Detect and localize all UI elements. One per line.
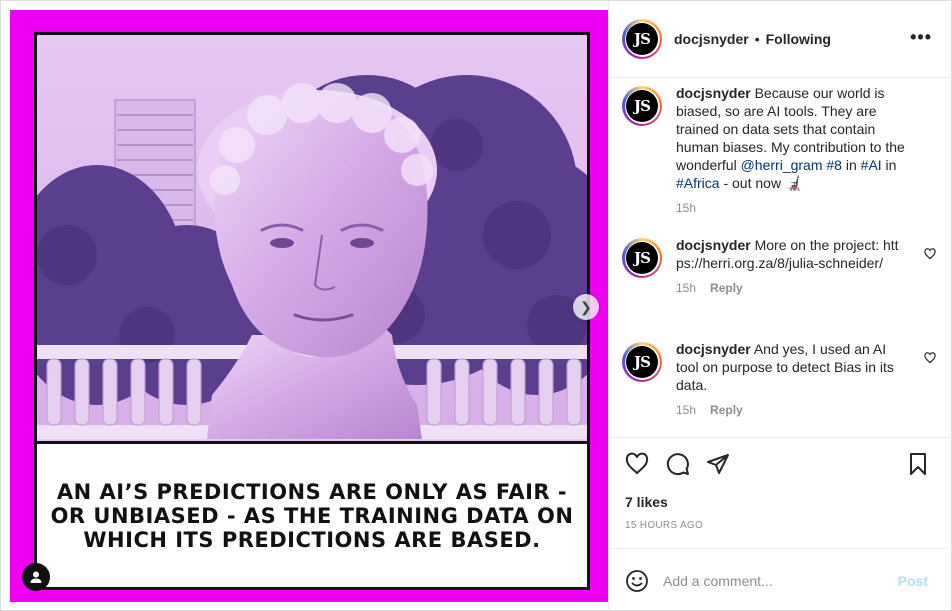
- header-separator: •: [754, 31, 760, 47]
- tagged-users-button[interactable]: [22, 563, 50, 591]
- comment-text: docjsnyder More on the project: https://…: [676, 236, 906, 272]
- comment-bubble-icon[interactable]: [666, 452, 690, 476]
- hashtag-link[interactable]: #8: [826, 157, 842, 173]
- avatar-initials: JS: [626, 242, 658, 274]
- carousel-dot: [302, 579, 308, 585]
- emoji-icon[interactable]: [625, 569, 649, 593]
- comic-caption-box: An AI’s predictions are only as fair - o…: [37, 441, 587, 587]
- comment-time[interactable]: 15h: [676, 279, 696, 297]
- add-comment-bar: Post: [609, 548, 952, 611]
- likes-count[interactable]: 7 likes: [625, 494, 668, 510]
- instagram-post-modal: An AI’s predictions are only as fair - o…: [0, 0, 952, 611]
- comments-list[interactable]: JS docjsnyder Because our world is biase…: [609, 78, 952, 438]
- following-button[interactable]: Following: [766, 31, 831, 47]
- comment-username[interactable]: docjsnyder: [676, 85, 751, 101]
- carousel-dot: [282, 579, 288, 585]
- carousel-dot: [292, 579, 298, 585]
- carousel-next-button[interactable]: ❯: [573, 294, 599, 320]
- comment-text: docjsnyder Because our world is biased, …: [676, 84, 906, 192]
- post-comment-button[interactable]: Post: [898, 573, 928, 589]
- carousel-dot: [322, 579, 328, 585]
- comment-item: JS docjsnyder More on the project: https…: [622, 236, 942, 297]
- comment-time[interactable]: 15h: [676, 401, 696, 419]
- comment-text: docjsnyder And yes, I used an AI tool on…: [676, 340, 906, 394]
- comic-caption-text: An AI’s predictions are only as fair - o…: [50, 479, 574, 552]
- post-actions-bar: [609, 438, 952, 488]
- avatar[interactable]: JS: [622, 342, 662, 382]
- mention-link[interactable]: @herri_gram: [741, 157, 823, 173]
- post-timestamp[interactable]: 15 HOURS AGO: [625, 520, 703, 531]
- avatar[interactable]: JS: [622, 86, 662, 126]
- comment-text-part: in: [881, 157, 897, 173]
- post-header: JS docjsnyder • Following •••: [609, 1, 952, 78]
- avatar-initials: JS: [626, 23, 658, 55]
- avatar-initials: JS: [626, 90, 658, 122]
- avatar-initials: JS: [626, 346, 658, 378]
- bookmark-icon[interactable]: [906, 452, 930, 476]
- hashtag-link[interactable]: #AI: [861, 157, 882, 173]
- avatar[interactable]: JS: [622, 19, 662, 59]
- carousel-dot: [312, 579, 318, 585]
- comic-panel: An AI’s predictions are only as fair - o…: [34, 32, 590, 590]
- like-heart-icon[interactable]: [625, 452, 649, 476]
- header-username[interactable]: docjsnyder: [674, 31, 749, 47]
- like-comment-heart-icon[interactable]: [924, 248, 936, 260]
- avatar[interactable]: JS: [622, 238, 662, 278]
- share-paper-plane-icon[interactable]: [706, 452, 730, 476]
- post-side-panel: JS docjsnyder • Following ••• JS docjsny…: [608, 1, 952, 611]
- add-comment-input[interactable]: [663, 572, 883, 589]
- more-options-button[interactable]: •••: [910, 27, 932, 48]
- like-comment-heart-icon[interactable]: [924, 352, 936, 364]
- chevron-right-icon: ❯: [580, 298, 592, 315]
- caption-comment: JS docjsnyder Because our world is biase…: [622, 84, 942, 217]
- comment-text-part: - out now 🦼: [719, 175, 803, 191]
- comment-item: JS docjsnyder And yes, I used an AI tool…: [622, 340, 942, 419]
- carousel-indicator: [282, 579, 328, 585]
- comment-username[interactable]: docjsnyder: [676, 237, 751, 253]
- comment-username[interactable]: docjsnyder: [676, 341, 751, 357]
- comment-time[interactable]: 15h: [676, 199, 696, 217]
- reply-button[interactable]: Reply: [710, 401, 743, 419]
- post-media[interactable]: An AI’s predictions are only as fair - o…: [10, 10, 608, 602]
- user-icon: [30, 571, 42, 583]
- hashtag-link[interactable]: #Africa: [676, 175, 720, 191]
- reply-button[interactable]: Reply: [710, 279, 743, 297]
- bust-illustration: [37, 35, 587, 439]
- comment-text-part: in: [841, 157, 861, 173]
